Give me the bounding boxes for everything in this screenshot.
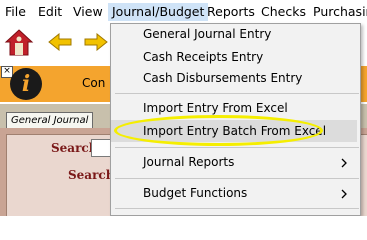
menubar: File Edit View Journal/Budget Reports Ch…	[0, 0, 367, 24]
menu-purchasing[interactable]: Purchasing	[313, 3, 367, 21]
menu-separator	[115, 147, 359, 148]
menu-separator	[115, 93, 359, 94]
menu-checks[interactable]: Checks	[261, 3, 306, 21]
menu-edit[interactable]: Edit	[38, 3, 62, 21]
info-icon: i	[10, 68, 42, 100]
tab-general-journal[interactable]: General Journal	[6, 112, 94, 128]
forward-arrow-icon[interactable]	[84, 33, 108, 51]
menu-separator	[115, 178, 359, 179]
menu-journal-reports[interactable]: Journal Reports	[143, 155, 234, 169]
menu-budget-functions[interactable]: Budget Functions	[143, 186, 247, 200]
chevron-right-icon	[341, 189, 347, 199]
menu-general-journal-entry[interactable]: General Journal Entry	[143, 27, 271, 41]
menu-reports[interactable]: Reports	[207, 3, 255, 21]
app-window: File Edit View Journal/Budget Reports Ch…	[0, 0, 367, 216]
highlight-annotation-ellipse	[114, 115, 323, 146]
menu-view[interactable]: View	[73, 3, 103, 21]
info-bar-text: Con	[82, 76, 106, 90]
menu-cash-disbursements-entry[interactable]: Cash Disbursements Entry	[143, 71, 302, 85]
chevron-right-icon	[341, 158, 347, 168]
menu-file[interactable]: File	[5, 3, 26, 21]
menu-import-entry-from-excel[interactable]: Import Entry From Excel	[143, 101, 288, 115]
app-logo-icon[interactable]	[4, 28, 34, 58]
back-arrow-icon[interactable]	[48, 33, 72, 51]
menu-separator	[115, 208, 359, 209]
menu-journal-budget[interactable]: Journal/Budget	[108, 3, 209, 21]
menu-cash-receipts-entry[interactable]: Cash Receipts Entry	[143, 50, 263, 64]
search-label-2: Search	[68, 168, 115, 182]
